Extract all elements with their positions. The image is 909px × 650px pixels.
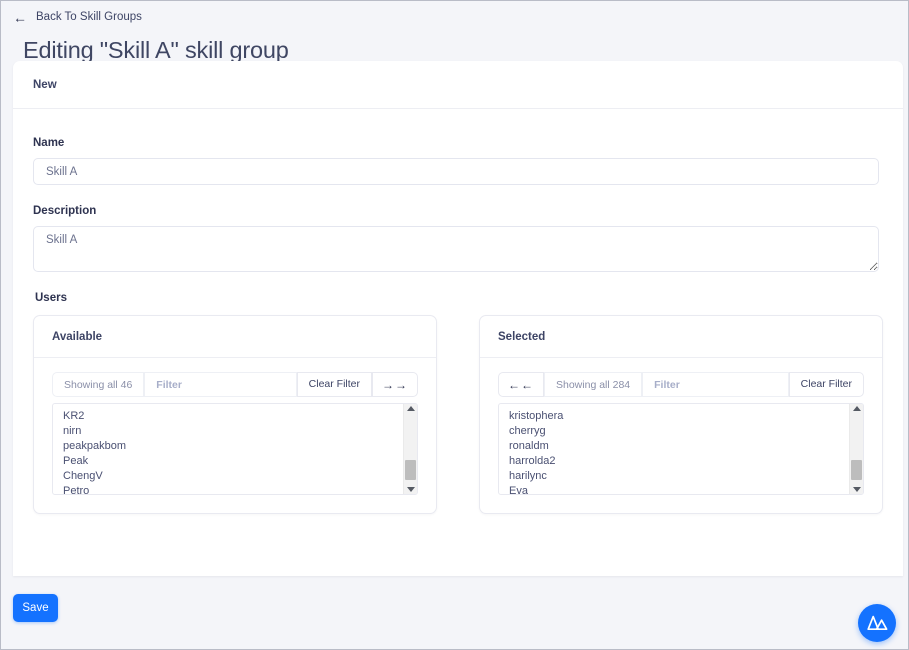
editor-card: New Name Description Users Available [13,61,903,576]
selected-panel: Selected ←← Showing all 284 Filter Clear… [479,315,883,514]
back-to-skill-groups-link[interactable]: ← Back To Skill Groups [13,11,142,25]
back-link-label: Back To Skill Groups [36,11,142,24]
name-input[interactable] [33,158,879,185]
available-list-scrollbar[interactable] [403,404,417,494]
selected-clear-filter-button[interactable]: Clear Filter [788,372,864,397]
list-item[interactable]: Eva [509,484,863,494]
double-arrow-right-icon[interactable]: →→ [372,372,418,397]
selected-showing-count: Showing all 284 [544,372,643,397]
page-title: Editing "Skill A" skill group [23,37,289,63]
available-showing-count: Showing all 46 [52,372,145,397]
selected-list-items: kristophera cherryg ronaldm harrolda2 ha… [499,404,863,494]
scrollbar-thumb[interactable] [851,460,862,480]
card-header-label: New [33,78,57,91]
name-field-block: Name [33,137,883,185]
list-item[interactable]: ChengV [63,469,417,484]
card-header: New [13,61,903,109]
available-panel-header: Available [34,316,436,358]
list-item[interactable]: KR2 [63,409,417,424]
selected-panel-header: Selected [480,316,882,358]
list-item[interactable]: Petro [63,484,417,494]
list-item[interactable]: peakpakbom [63,439,417,454]
scroll-down-icon[interactable] [406,487,415,492]
available-listbox[interactable]: KR2 nirn peakpakbom Peak ChengV Petro [52,403,418,495]
save-button[interactable]: Save [13,594,58,622]
list-item[interactable]: nirn [63,424,417,439]
name-label: Name [33,137,65,149]
available-list-items: KR2 nirn peakpakbom Peak ChengV Petro [53,404,417,494]
available-toolbar: Showing all 46 Filter Clear Filter →→ [52,372,418,397]
selected-filter-input[interactable]: Filter [642,372,789,397]
app-window: ← Back To Skill Groups Editing "Skill A"… [0,0,909,650]
list-item[interactable]: harrolda2 [509,454,863,469]
topbar: ← Back To Skill Groups Editing "Skill A"… [1,1,908,65]
selected-list-scrollbar[interactable] [849,404,863,494]
selected-panel-body: ←← Showing all 284 Filter Clear Filter k… [480,358,882,513]
card-body: Name Description Users Available Showing… [13,109,903,514]
scroll-down-icon[interactable] [852,487,861,492]
mountain-logo-icon[interactable] [858,604,896,642]
list-item[interactable]: cherryg [509,424,863,439]
available-clear-filter-button[interactable]: Clear Filter [296,372,372,397]
selected-title: Selected [498,330,546,343]
description-label: Description [33,205,97,217]
selected-toolbar: ←← Showing all 284 Filter Clear Filter [498,372,864,397]
list-item[interactable]: kristophera [509,409,863,424]
scrollbar-thumb[interactable] [405,460,416,480]
double-arrow-left-icon[interactable]: ←← [498,372,544,397]
description-textarea[interactable] [33,226,879,272]
list-item[interactable]: ronaldm [509,439,863,454]
users-panels: Available Showing all 46 Filter Clear Fi… [33,315,883,514]
available-panel: Available Showing all 46 Filter Clear Fi… [33,315,437,514]
available-filter-input[interactable]: Filter [144,372,297,397]
available-panel-body: Showing all 46 Filter Clear Filter →→ KR… [34,358,436,513]
description-field-block: Description [33,205,883,272]
scroll-up-icon[interactable] [852,406,861,411]
selected-listbox[interactable]: kristophera cherryg ronaldm harrolda2 ha… [498,403,864,495]
scroll-up-icon[interactable] [406,406,415,411]
arrow-left-icon: ← [13,9,27,26]
users-label: Users [35,292,67,304]
list-item[interactable]: Peak [63,454,417,469]
list-item[interactable]: harilync [509,469,863,484]
available-title: Available [52,330,103,343]
